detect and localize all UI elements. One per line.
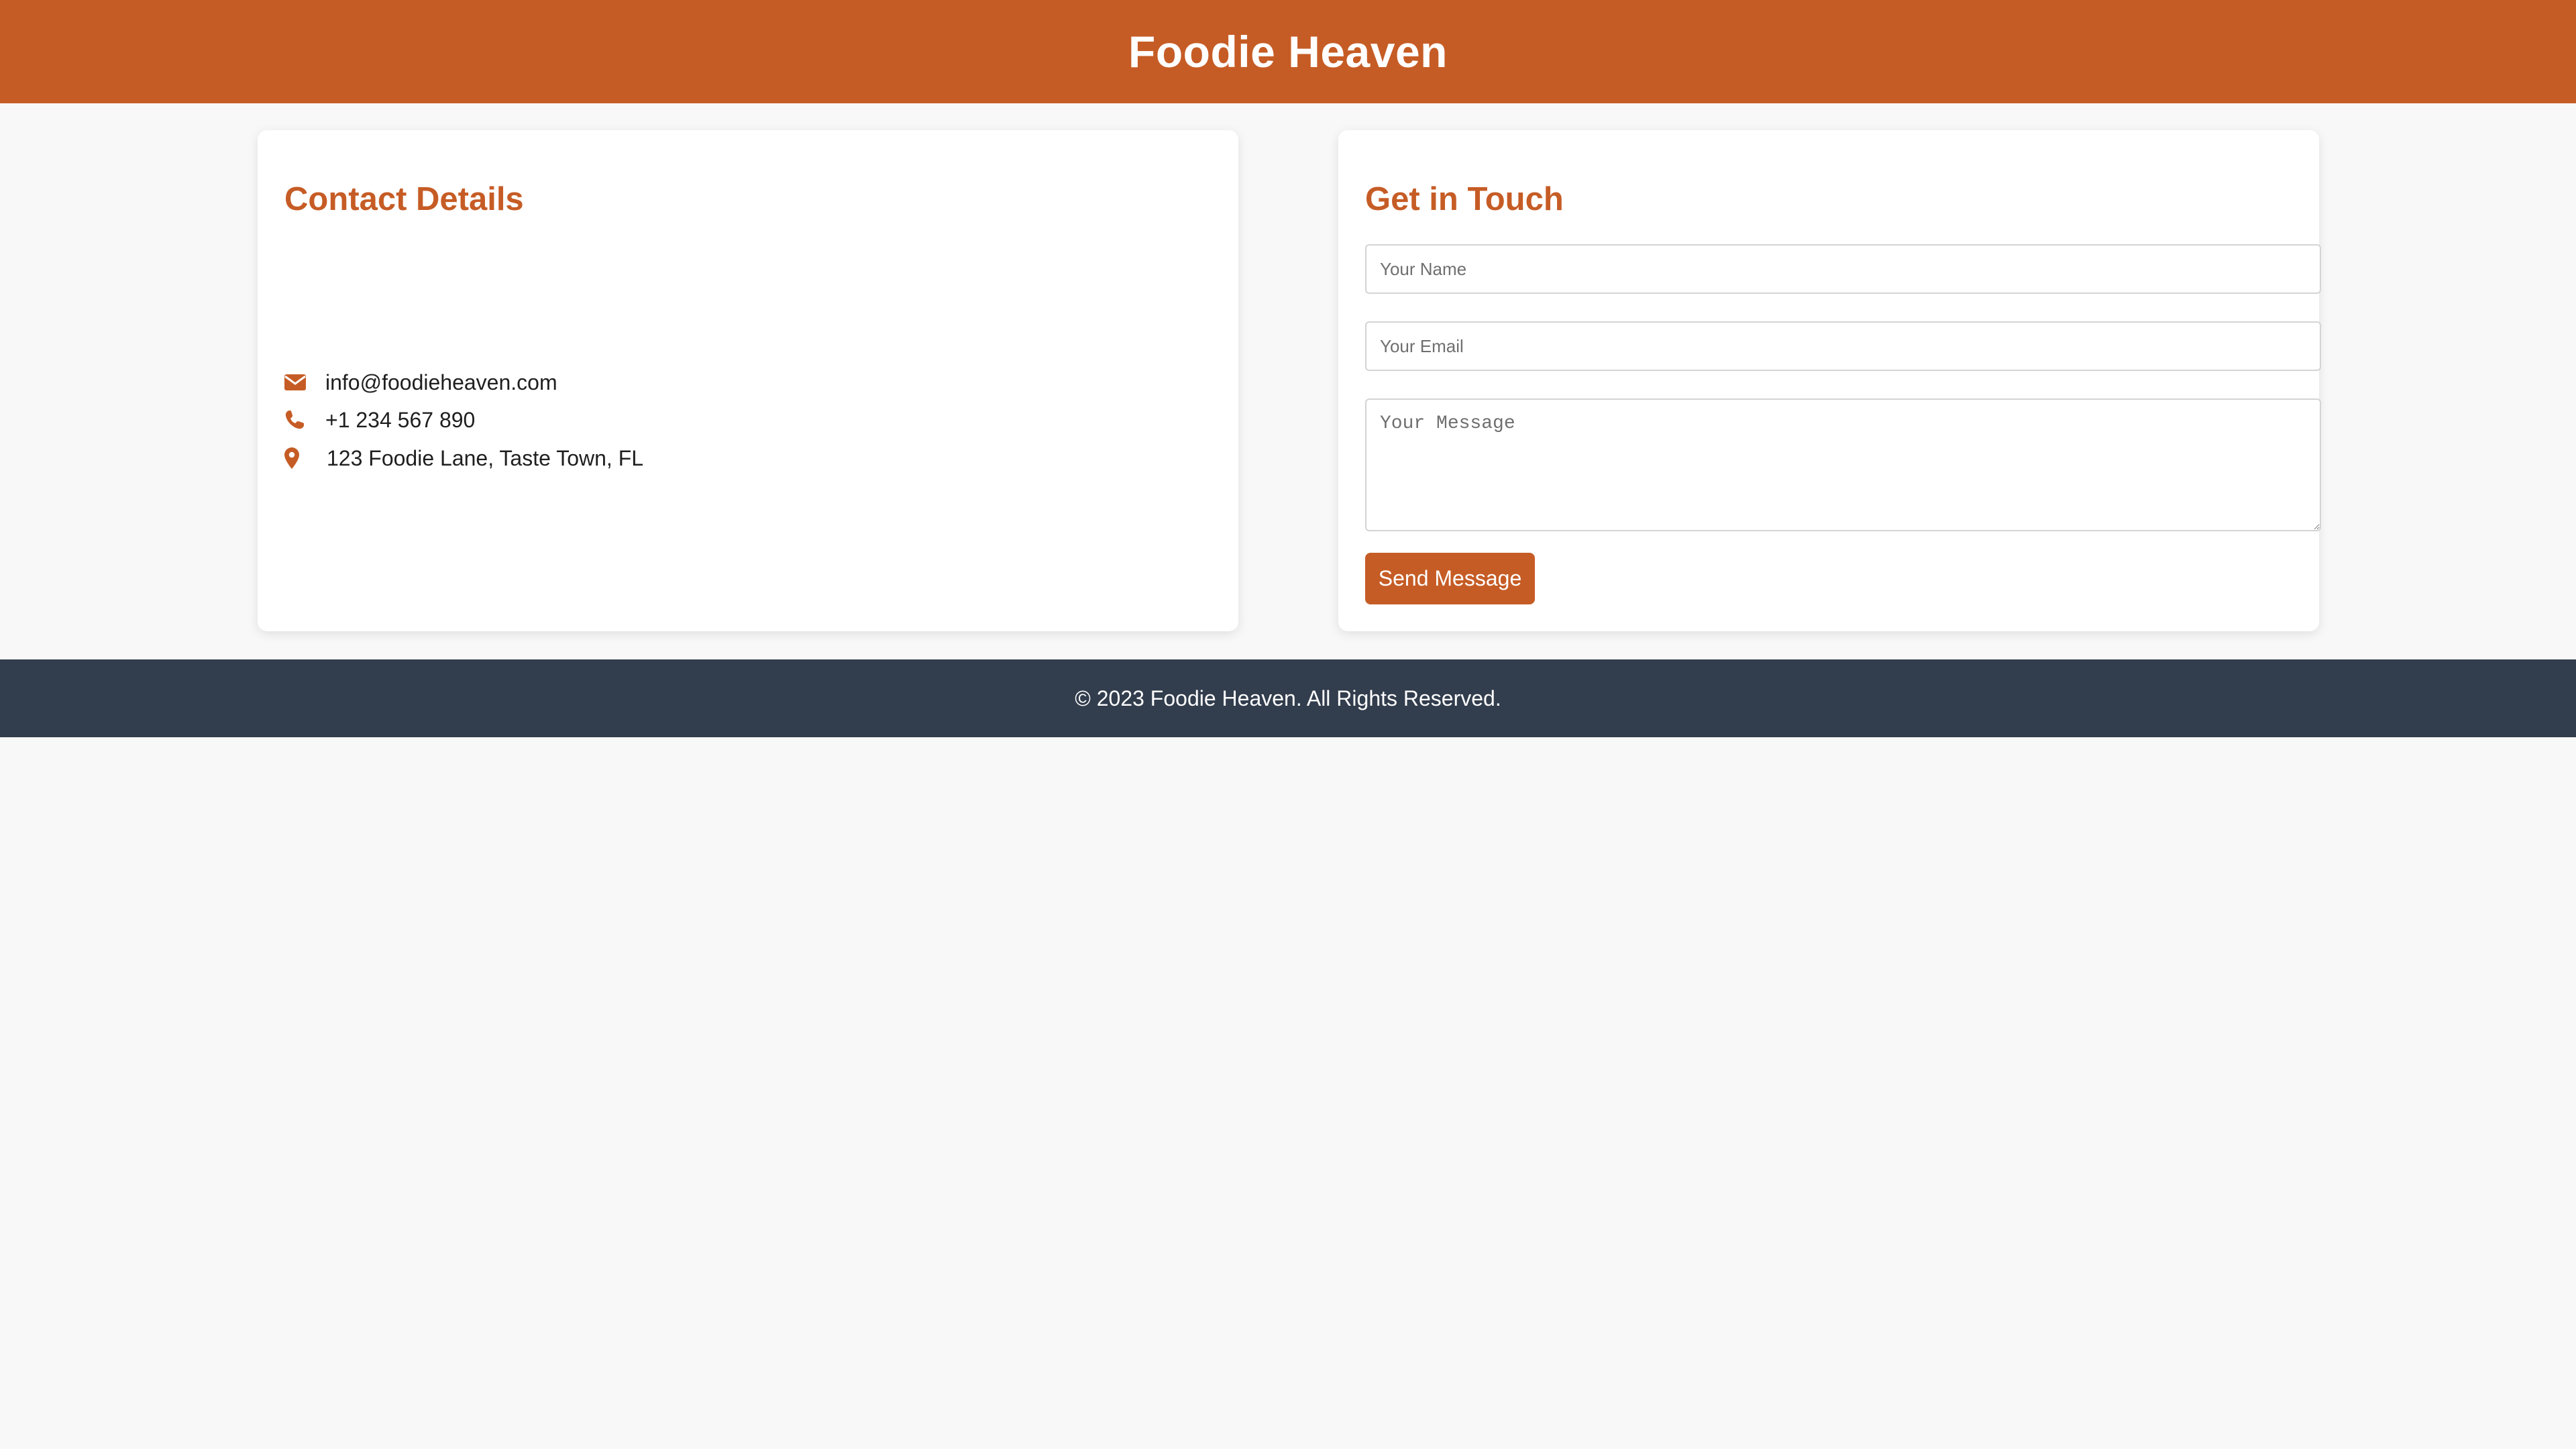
contact-email-text: info@foodieheaven.com xyxy=(325,370,557,394)
get-in-touch-heading: Get in Touch xyxy=(1365,181,1564,217)
contact-details-card: Contact Details info@foodieheaven.com +1… xyxy=(258,130,1238,631)
name-input[interactable] xyxy=(1365,244,2321,294)
site-title: Foodie Heaven xyxy=(1128,27,1448,76)
contact-address-text: 123 Foodie Lane, Taste Town, FL xyxy=(327,445,644,470)
message-textarea[interactable] xyxy=(1365,398,2321,531)
send-message-button[interactable]: Send Message xyxy=(1365,553,1535,604)
phone-icon xyxy=(284,409,307,431)
copyright-text: © 2023 Foodie Heaven. All Rights Reserve… xyxy=(1075,686,1501,710)
site-footer: © 2023 Foodie Heaven. All Rights Reserve… xyxy=(0,659,2576,737)
contact-phone-text: +1 234 567 890 xyxy=(325,407,476,432)
envelope-icon xyxy=(284,371,307,394)
site-header: Foodie Heaven xyxy=(0,0,2576,103)
get-in-touch-card: Get in Touch Send Message xyxy=(1338,130,2321,631)
contact-address-row: 123 Foodie Lane, Taste Town, FL xyxy=(284,441,643,475)
contact-email-row: info@foodieheaven.com xyxy=(284,366,557,399)
email-input[interactable] xyxy=(1365,321,2321,371)
main-content: Contact Details info@foodieheaven.com +1… xyxy=(0,103,2576,659)
contact-details-heading: Contact Details xyxy=(284,181,524,217)
map-marker-icon xyxy=(284,447,307,470)
contact-phone-row: +1 234 567 890 xyxy=(284,403,475,437)
